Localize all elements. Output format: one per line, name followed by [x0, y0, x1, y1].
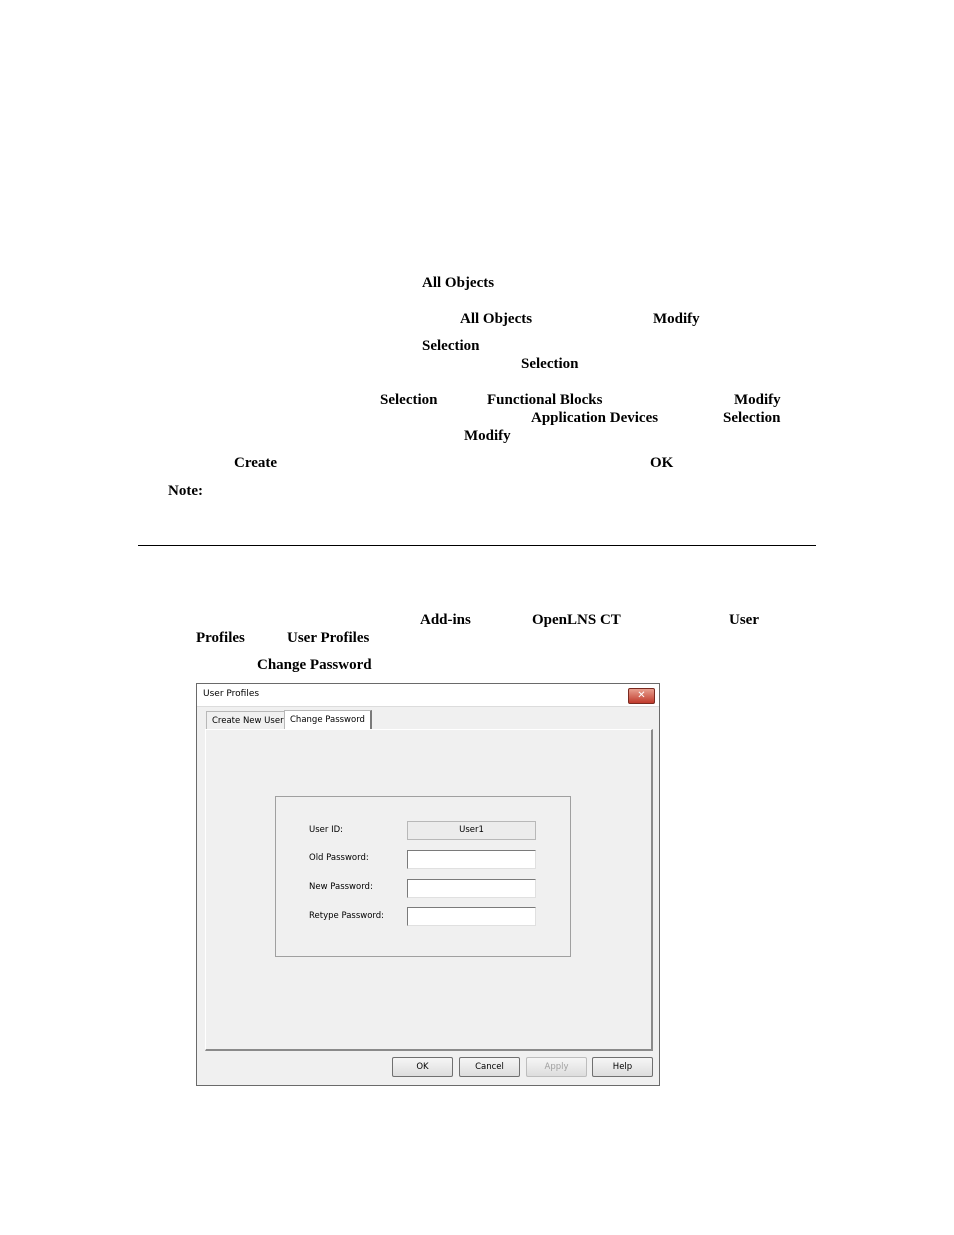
new-password-label: New Password: — [309, 882, 373, 892]
old-password-input[interactable] — [407, 850, 536, 869]
bold-term: Application Devices — [531, 410, 659, 426]
bold-term: Profiles — [196, 630, 245, 646]
old-password-label: Old Password: — [309, 853, 369, 863]
bold-term: Create — [234, 455, 278, 471]
note-label: Note: — [168, 483, 203, 499]
ok-button[interactable]: OK — [392, 1057, 453, 1077]
bold-term: All Objects — [460, 311, 533, 327]
section-divider — [138, 545, 816, 546]
bold-term: User Profiles — [287, 630, 370, 646]
bold-term: Modify — [464, 428, 511, 444]
tab-create-new-user[interactable]: Create New User — [206, 711, 290, 729]
user-profiles-dialog: User Profiles ✕ Create New User Change P… — [196, 683, 660, 1086]
bold-term: Change Password — [257, 657, 372, 673]
bold-term: Selection — [380, 392, 438, 408]
cancel-button[interactable]: Cancel — [459, 1057, 520, 1077]
bold-term: OpenLNS CT — [532, 612, 621, 628]
bold-term: Add-ins — [420, 612, 471, 628]
bold-term: Functional Blocks — [487, 392, 603, 408]
close-icon[interactable]: ✕ — [628, 688, 655, 704]
bold-term: User — [729, 612, 759, 628]
dialog-titlebar: User Profiles ✕ — [197, 684, 659, 707]
tab-change-password[interactable]: Change Password — [284, 710, 372, 730]
retype-password-input[interactable] — [407, 907, 536, 926]
dialog-title: User Profiles — [203, 689, 260, 699]
retype-password-label: Retype Password: — [309, 911, 385, 921]
bold-term: Modify — [734, 392, 781, 408]
help-button[interactable]: Help — [592, 1057, 653, 1077]
bold-term: All Objects — [422, 275, 495, 291]
new-password-input[interactable] — [407, 879, 536, 898]
user-id-label: User ID: — [309, 825, 343, 835]
user-id-field: User1 — [407, 821, 536, 840]
bold-term: Selection — [521, 356, 579, 372]
bold-term: Selection — [422, 338, 480, 354]
bold-term: Selection — [723, 410, 781, 426]
bold-term: Modify — [653, 311, 700, 327]
bold-term: OK — [650, 455, 674, 471]
apply-button[interactable]: Apply — [526, 1057, 587, 1077]
